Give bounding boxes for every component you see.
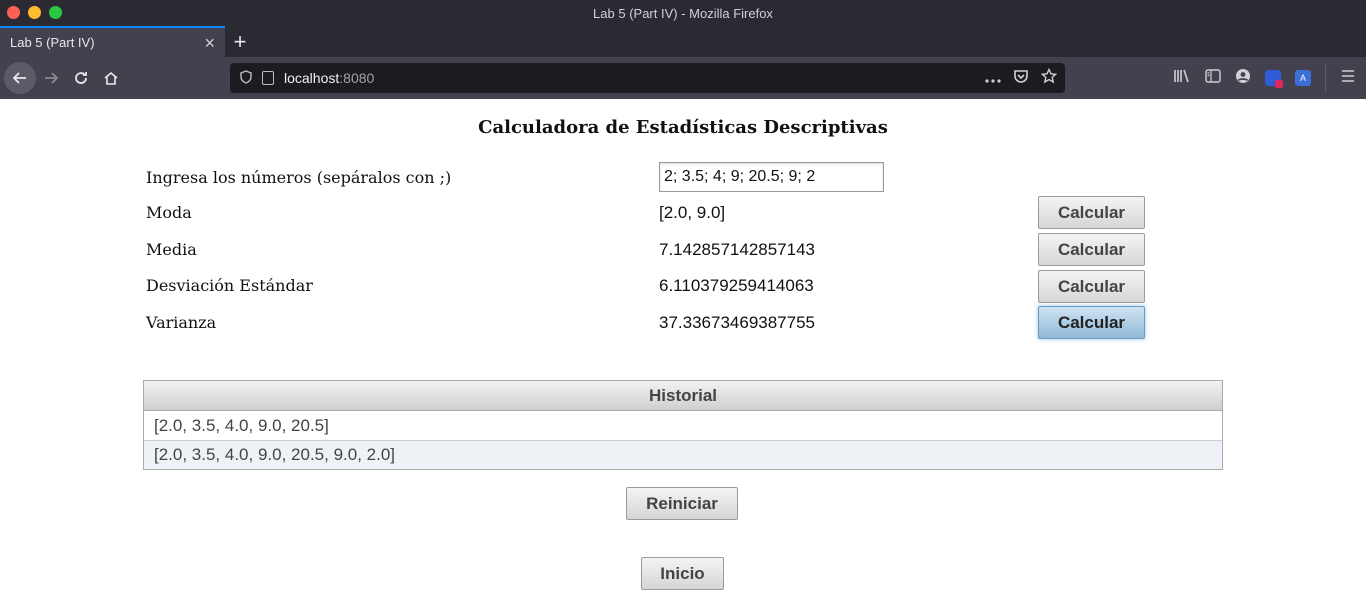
more-icon[interactable] — [985, 70, 1001, 87]
window-title: Lab 5 (Part IV) - Mozilla Firefox — [593, 5, 773, 21]
mode-value: [2.0, 9.0] — [659, 203, 726, 222]
tab-strip: Lab 5 (Part IV) × + — [0, 26, 1366, 57]
pocket-icon[interactable] — [1013, 69, 1029, 88]
close-window-button[interactable] — [7, 6, 20, 19]
menu-icon[interactable] — [1340, 69, 1356, 87]
reset-button[interactable]: Reiniciar — [626, 487, 738, 520]
translate-icon[interactable]: A — [1295, 70, 1311, 86]
url-text[interactable]: localhost:8080 — [284, 70, 374, 86]
window-titlebar: Lab 5 (Part IV) - Mozilla Firefox — [0, 0, 1366, 26]
navigation-toolbar: localhost:8080 A — [0, 57, 1366, 99]
mean-label: Media — [146, 240, 197, 259]
extension-icon[interactable] — [1265, 70, 1283, 88]
reload-icon[interactable] — [66, 63, 96, 93]
tab-title: Lab 5 (Part IV) — [10, 35, 95, 50]
new-tab-button[interactable]: + — [225, 26, 255, 57]
url-port: :8080 — [339, 70, 375, 86]
home-icon[interactable] — [96, 63, 126, 93]
calculate-mean-button[interactable]: Calcular — [1038, 233, 1145, 266]
star-icon[interactable] — [1040, 67, 1058, 88]
mean-value: 7.142857142857143 — [659, 240, 815, 259]
sidebar-icon[interactable] — [1205, 69, 1221, 87]
variance-value: 37.33673469387755 — [659, 313, 815, 332]
numbers-input[interactable] — [659, 162, 884, 192]
history-row: [2.0, 3.5, 4.0, 9.0, 20.5] — [144, 411, 1222, 440]
calculate-mode-button[interactable]: Calcular — [1038, 196, 1145, 229]
history-header: Historial — [144, 381, 1222, 411]
account-icon[interactable] — [1235, 68, 1251, 88]
numbers-input-label: Ingresa los números (sepáralos con ;) — [146, 168, 452, 187]
toolbar-separator — [1325, 64, 1326, 92]
toolbar-right: A — [1173, 57, 1356, 99]
library-icon[interactable] — [1173, 68, 1191, 88]
std-deviation-label: Desviación Estándar — [146, 276, 313, 295]
tab-lab5[interactable]: Lab 5 (Part IV) × — [0, 26, 225, 57]
shield-icon[interactable] — [238, 69, 254, 87]
minimize-window-button[interactable] — [28, 6, 41, 19]
url-actions — [985, 63, 1058, 93]
tab-close-icon[interactable]: × — [204, 34, 215, 52]
window-controls — [7, 6, 62, 19]
maximize-window-button[interactable] — [49, 6, 62, 19]
history-table: Historial [2.0, 3.5, 4.0, 9.0, 20.5] [2.… — [143, 380, 1223, 470]
forward-icon[interactable] — [36, 63, 66, 93]
page-icon — [262, 71, 274, 85]
calculate-variance-button[interactable]: Calcular — [1038, 306, 1145, 339]
variance-label: Varianza — [146, 313, 217, 332]
home-button[interactable]: Inicio — [641, 557, 724, 590]
calculate-std-deviation-button[interactable]: Calcular — [1038, 270, 1145, 303]
mode-label: Moda — [146, 203, 192, 222]
url-bar[interactable]: localhost:8080 — [230, 63, 1065, 93]
history-row: [2.0, 3.5, 4.0, 9.0, 20.5, 9.0, 2.0] — [144, 440, 1222, 469]
std-deviation-value: 6.110379259414063 — [659, 276, 814, 295]
back-icon[interactable] — [4, 62, 36, 94]
page-title: Calculadora de Estadísticas Descriptivas — [478, 117, 888, 138]
url-host: localhost — [284, 70, 340, 86]
